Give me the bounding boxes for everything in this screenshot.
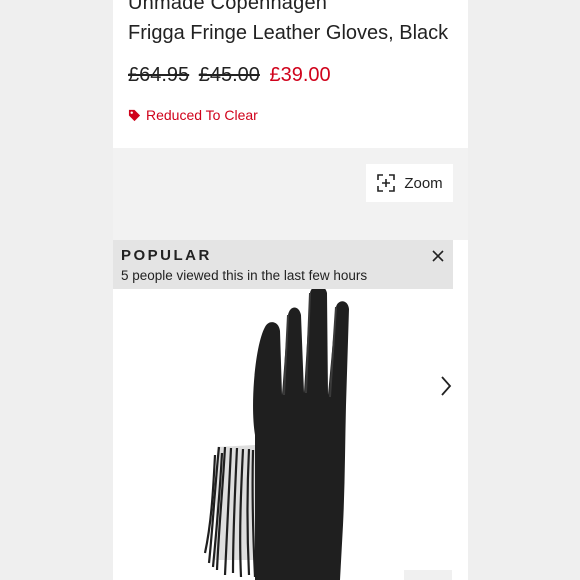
- popular-title: POPULAR: [121, 247, 212, 264]
- close-icon[interactable]: [431, 249, 445, 263]
- original-price: £64.95: [128, 64, 190, 86]
- chevron-right-icon: [440, 375, 451, 396]
- popular-banner: POPULAR 5 people viewed this in the last…: [113, 240, 453, 289]
- zoom-label: Zoom: [404, 174, 443, 192]
- zoom-icon: [377, 174, 396, 192]
- product-title: Frigga Fringe Leather Gloves, Black: [128, 22, 449, 44]
- reduced-badge-label: Reduced To Clear: [146, 107, 258, 123]
- next-image-button[interactable]: [423, 363, 468, 408]
- popular-message: 5 people viewed this in the last few hou…: [121, 268, 368, 283]
- thumbnail-strip[interactable]: [404, 570, 452, 580]
- was-price: £45.00: [198, 64, 260, 86]
- reduced-badge: Reduced To Clear: [128, 107, 258, 123]
- price-block: £64.95 £45.00 £39.00: [128, 64, 331, 87]
- product-brand[interactable]: Unmade Copenhagen: [128, 0, 327, 15]
- product-image[interactable]: [195, 285, 370, 580]
- zoom-button[interactable]: Zoom: [366, 164, 453, 202]
- tag-icon: [128, 109, 141, 121]
- current-price: £39.00: [269, 64, 331, 86]
